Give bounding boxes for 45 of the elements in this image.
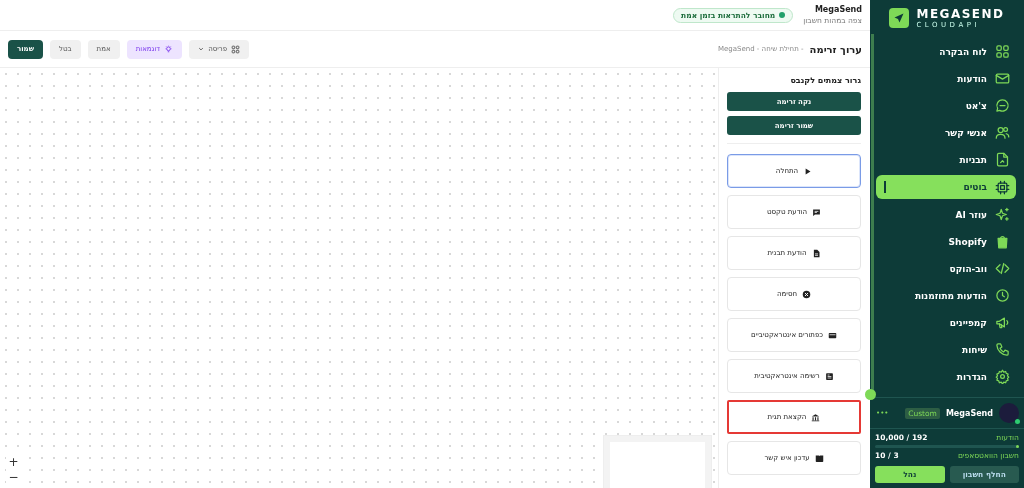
document-icon xyxy=(995,152,1010,167)
sidebar-item[interactable]: לוח הבקרה xyxy=(876,38,1016,65)
play-icon xyxy=(803,166,813,176)
document-icon xyxy=(811,248,821,258)
active-indicator xyxy=(884,181,886,193)
sparkle-icon xyxy=(995,207,1010,222)
sidebar-item[interactable]: שיחות xyxy=(876,336,1016,363)
clock-icon xyxy=(995,288,1010,303)
logo-text: MEGASEND xyxy=(916,7,1005,21)
zoom-button[interactable]: − xyxy=(6,470,21,485)
collapse-handle[interactable] xyxy=(865,389,876,400)
message-icon xyxy=(812,207,822,217)
sidebar-item[interactable]: בוטים xyxy=(876,175,1016,199)
chip-icon xyxy=(995,179,1010,195)
phone-icon xyxy=(995,342,1010,357)
page-title: ערוך זרימה xyxy=(809,43,862,55)
zoom-button[interactable]: + xyxy=(6,455,21,470)
settings-icon xyxy=(995,369,1010,384)
sidebar-item[interactable]: קמפיינים xyxy=(876,309,1016,336)
chevron-down-icon xyxy=(198,46,205,52)
sidebar-item[interactable]: תבניות xyxy=(876,146,1016,173)
account-name: MegaSend xyxy=(813,5,862,14)
list-icon xyxy=(824,371,834,381)
grid-icon xyxy=(231,44,241,54)
sidebar-item[interactable]: ווב-הוקס xyxy=(876,255,1016,282)
sidebar-item[interactable]: הודעות xyxy=(876,65,1016,92)
sidebar-item[interactable]: הודעות מתוזמנות xyxy=(876,282,1016,309)
paper-plane-icon xyxy=(889,8,910,28)
sidebar-item[interactable]: הגדרות xyxy=(876,363,1016,390)
sidebar-item[interactable]: צ'אט xyxy=(876,92,1016,119)
sidebar-item[interactable]: עוזר AI xyxy=(876,201,1016,228)
sidebar-item[interactable]: אנשי קשר xyxy=(876,119,1016,146)
close-circle-icon xyxy=(802,289,811,299)
grid-icon xyxy=(995,44,1010,59)
online-dot xyxy=(1015,419,1020,424)
account-name: MegaSend xyxy=(945,408,993,418)
code-icon xyxy=(995,261,1010,276)
people-icon xyxy=(995,125,1010,140)
palette-title: גרור צמתים לקנבס xyxy=(789,76,861,85)
envelope-icon xyxy=(995,71,1010,86)
card-icon xyxy=(828,330,838,340)
chat-bubble-icon xyxy=(995,98,1010,113)
megaphone-icon xyxy=(995,315,1010,330)
sidebar-item[interactable]: Shopify xyxy=(876,228,1016,255)
building-icon xyxy=(811,412,821,422)
